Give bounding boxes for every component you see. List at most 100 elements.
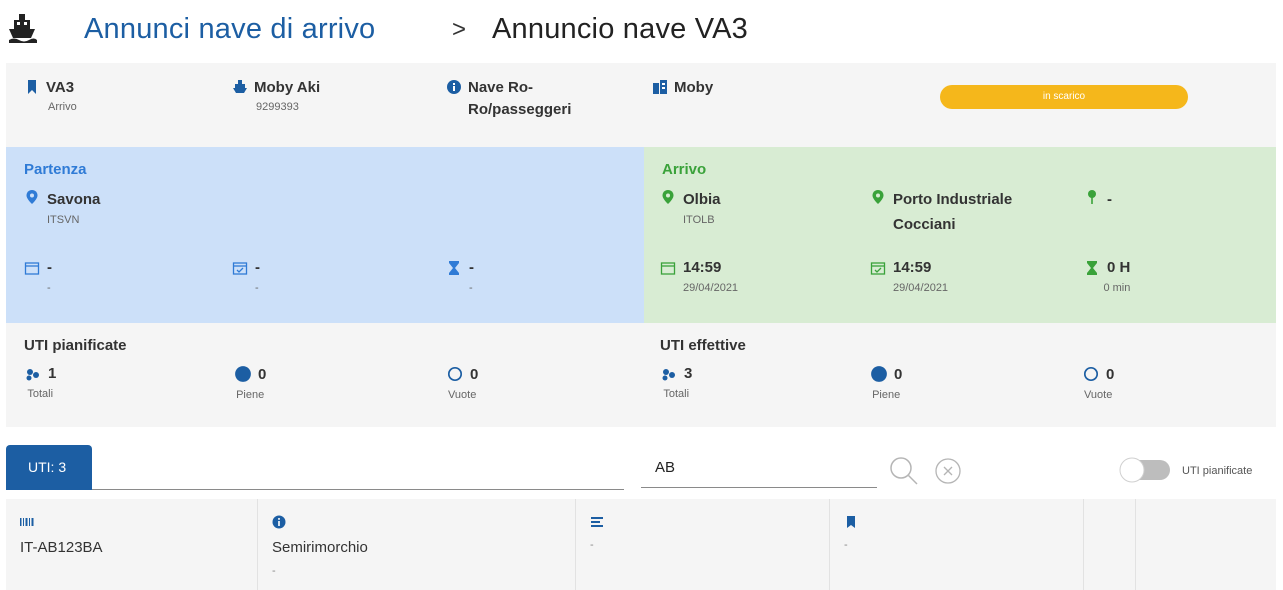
ship-name-value: Moby Aki bbox=[254, 79, 321, 96]
uti-actual-total-label: Totali bbox=[663, 388, 690, 400]
ship-name: Moby Aki 9299393 bbox=[232, 77, 320, 113]
uti-planned-empty: 0 Vuote bbox=[446, 365, 478, 401]
arrival-port: Olbia ITOLB bbox=[660, 187, 721, 226]
arrival-duration-sub: 0 min bbox=[1103, 282, 1131, 294]
search-icon[interactable] bbox=[887, 453, 921, 487]
ship-company: Moby bbox=[652, 77, 713, 99]
breadcrumb-parent-link[interactable]: Annunci nave di arrivo bbox=[84, 13, 375, 46]
ship-type-line2: Ro/passeggeri bbox=[468, 101, 572, 118]
list-icon bbox=[591, 517, 603, 527]
info-icon bbox=[447, 80, 461, 94]
uti-actual-total-value: 3 bbox=[684, 365, 693, 382]
departure-port-name: Savona bbox=[47, 191, 101, 208]
info-icon bbox=[272, 515, 286, 529]
barcode-icon bbox=[20, 518, 34, 526]
uti-type-sub: - bbox=[272, 565, 276, 577]
uti-summary: UTI pianificate 1 Totali 0 Piene 0 Vuote… bbox=[6, 323, 1276, 427]
arrival-date: 14:59 29/04/2021 bbox=[660, 259, 738, 294]
departure-port: Savona ITSVN bbox=[24, 187, 100, 226]
full-circle-icon bbox=[871, 366, 887, 382]
uti-tag-cell: - bbox=[830, 499, 1084, 590]
departure-duration: - - bbox=[446, 259, 474, 294]
calendar-icon bbox=[24, 261, 40, 275]
empty-circle-icon bbox=[447, 366, 463, 382]
hourglass-icon bbox=[1087, 260, 1097, 275]
announcement-code-value: VA3 bbox=[46, 79, 75, 96]
search-input[interactable] bbox=[641, 447, 877, 488]
uti-actual-total: 3 Totali bbox=[660, 365, 692, 400]
uti-planned-full-label: Piene bbox=[236, 389, 265, 401]
table-row[interactable]: IT-AB123BA Semirimorchio - - - bbox=[6, 499, 1276, 590]
calendar-icon bbox=[660, 261, 676, 275]
ship-imo: 9299393 bbox=[256, 101, 299, 113]
calendar-check-icon bbox=[870, 261, 886, 275]
uti-planned-total-label: Totali bbox=[27, 388, 54, 400]
arrival-date-sub: 29/04/2021 bbox=[683, 282, 739, 294]
ship-type: Nave Ro- Ro/passeggeri bbox=[446, 77, 571, 121]
uti-actual-empty: 0 Vuote bbox=[1082, 365, 1114, 401]
uti-planned-empty-label: Vuote bbox=[448, 389, 477, 401]
location-pin-icon bbox=[26, 190, 38, 204]
ship-company-value: Moby bbox=[674, 79, 714, 96]
empty-circle-icon bbox=[1083, 366, 1099, 382]
ship-type-line1: Nave Ro- bbox=[468, 79, 534, 96]
uti-planned-total-value: 1 bbox=[48, 365, 57, 382]
ship-info-strip: VA3 Arrivo Moby Aki 9299393 Nave Ro- Ro/… bbox=[6, 63, 1276, 147]
arrival-berth: - bbox=[1084, 187, 1112, 212]
arrival-port-code: ITOLB bbox=[683, 214, 715, 226]
arrival-terminal-line2: Cocciani bbox=[893, 216, 956, 233]
departure-date-sub: - bbox=[47, 282, 51, 294]
location-pin-icon bbox=[662, 190, 674, 204]
toggle-label: UTI pianificate bbox=[1182, 465, 1253, 477]
uti-list-cell: - bbox=[576, 499, 830, 590]
uti-type-cell: Semirimorchio - bbox=[258, 499, 576, 590]
calendar-check-icon bbox=[232, 261, 248, 275]
arrival-date-confirmed-value: 14:59 bbox=[893, 259, 932, 276]
arrival-berth-value: - bbox=[1107, 191, 1112, 208]
arrival-panel: Arrivo Olbia ITOLB Porto Industriale Coc… bbox=[644, 147, 1276, 323]
arrival-duration-value: 0 H bbox=[1107, 259, 1131, 276]
uti-id-value: IT-AB123BA bbox=[20, 539, 103, 556]
uti-planned-full-value: 0 bbox=[258, 365, 267, 383]
ship-icon bbox=[9, 14, 37, 43]
bookmark-icon bbox=[847, 516, 855, 528]
clear-icon[interactable] bbox=[933, 456, 963, 486]
uti-actual-empty-label: Vuote bbox=[1084, 389, 1113, 401]
uti-planned-empty-value: 0 bbox=[470, 365, 479, 383]
departure-date: - - bbox=[24, 259, 52, 294]
departure-date-confirmed-sub: - bbox=[255, 282, 259, 294]
breadcrumb-separator: > bbox=[452, 16, 467, 43]
pin-icon bbox=[1088, 190, 1096, 204]
uti-id-cell: IT-AB123BA bbox=[6, 499, 258, 590]
uti-tag-value: - bbox=[844, 539, 848, 551]
arrival-date-confirmed-sub: 29/04/2021 bbox=[893, 282, 949, 294]
company-icon bbox=[653, 80, 667, 94]
departure-date-confirmed-value: - bbox=[255, 259, 260, 276]
tab-underline bbox=[92, 489, 624, 490]
arrival-title: Arrivo bbox=[662, 161, 707, 178]
full-circle-icon bbox=[235, 366, 251, 382]
bookmark-icon bbox=[28, 80, 36, 94]
departure-duration-sub: - bbox=[469, 282, 473, 294]
arrival-terminal-line1: Porto Industriale bbox=[893, 191, 1013, 208]
arrival-port-name: Olbia bbox=[683, 191, 721, 208]
uti-planned-toggle[interactable] bbox=[1118, 453, 1172, 487]
tab-uti[interactable]: UTI: 3 bbox=[6, 445, 92, 490]
page-header: Annunci nave di arrivo > Annuncio nave V… bbox=[0, 0, 1283, 60]
arrival-date-confirmed: 14:59 29/04/2021 bbox=[870, 259, 948, 294]
location-pin-icon bbox=[872, 190, 884, 204]
uti-actual-title: UTI effettive bbox=[660, 337, 746, 354]
departure-port-code: ITSVN bbox=[47, 214, 80, 226]
arrival-date-value: 14:59 bbox=[683, 259, 722, 276]
page-title: Annuncio nave VA3 bbox=[492, 13, 748, 45]
uti-list-value: - bbox=[590, 539, 594, 551]
uti-actual-full-value: 0 bbox=[894, 365, 903, 383]
uti-planned-total: 1 Totali bbox=[24, 365, 56, 400]
status-badge: in scarico bbox=[940, 85, 1188, 109]
uti-empty-cell bbox=[1084, 499, 1136, 590]
departure-duration-value: - bbox=[469, 259, 474, 276]
hourglass-icon bbox=[449, 260, 459, 275]
departure-date-confirmed: - - bbox=[232, 259, 260, 294]
uti-planned-full: 0 Piene bbox=[234, 365, 266, 401]
departure-title: Partenza bbox=[24, 161, 87, 178]
